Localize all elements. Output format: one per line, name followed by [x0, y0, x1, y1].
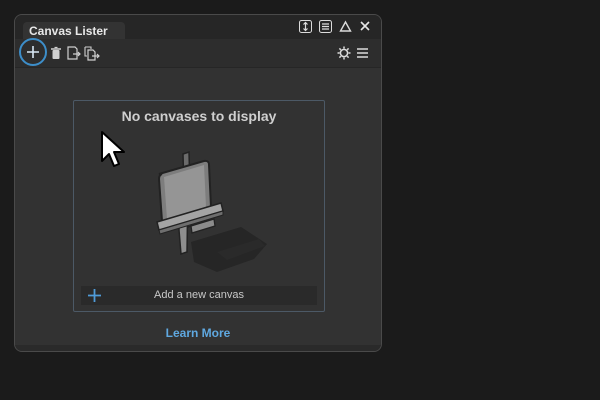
settings-button[interactable] — [335, 44, 353, 62]
learn-more-link[interactable]: Learn More — [15, 326, 381, 340]
easel-icon — [156, 150, 267, 272]
panel-toolbar — [15, 38, 381, 68]
panel-titlebar: Canvas Lister — [15, 15, 381, 40]
add-canvas-button[interactable] — [19, 38, 47, 66]
add-new-canvas-label: Add a new canvas — [154, 289, 244, 301]
hamburger-menu-icon — [356, 48, 368, 58]
export-icon — [67, 46, 81, 60]
tab-label: Canvas Lister — [29, 24, 108, 38]
tab-canvas-lister[interactable]: Canvas Lister — [23, 22, 125, 40]
trash-icon — [51, 46, 61, 59]
title-controls — [297, 18, 373, 34]
export-multiple-button[interactable] — [83, 44, 101, 62]
export-canvas-button[interactable] — [65, 44, 83, 62]
canvas-lister-panel: Canvas Lister No canvases to display Add… — [14, 14, 382, 352]
plus-icon — [27, 46, 39, 58]
close-icon[interactable] — [357, 18, 373, 34]
gear-icon — [337, 46, 351, 60]
triangle-up-icon[interactable] — [337, 18, 353, 34]
export-multiple-icon — [84, 45, 100, 61]
resize-vertical-icon[interactable] — [297, 18, 313, 34]
panel-menu-button[interactable] — [353, 44, 371, 62]
add-new-canvas-row[interactable]: Add a new canvas — [81, 286, 317, 305]
panel-bottom-edge — [15, 345, 381, 351]
empty-state-title: No canvases to display — [121, 108, 277, 124]
list-icon[interactable] — [317, 18, 333, 34]
delete-canvas-button[interactable] — [47, 44, 65, 62]
empty-state: No canvases to display Add a new canvas — [73, 100, 325, 312]
